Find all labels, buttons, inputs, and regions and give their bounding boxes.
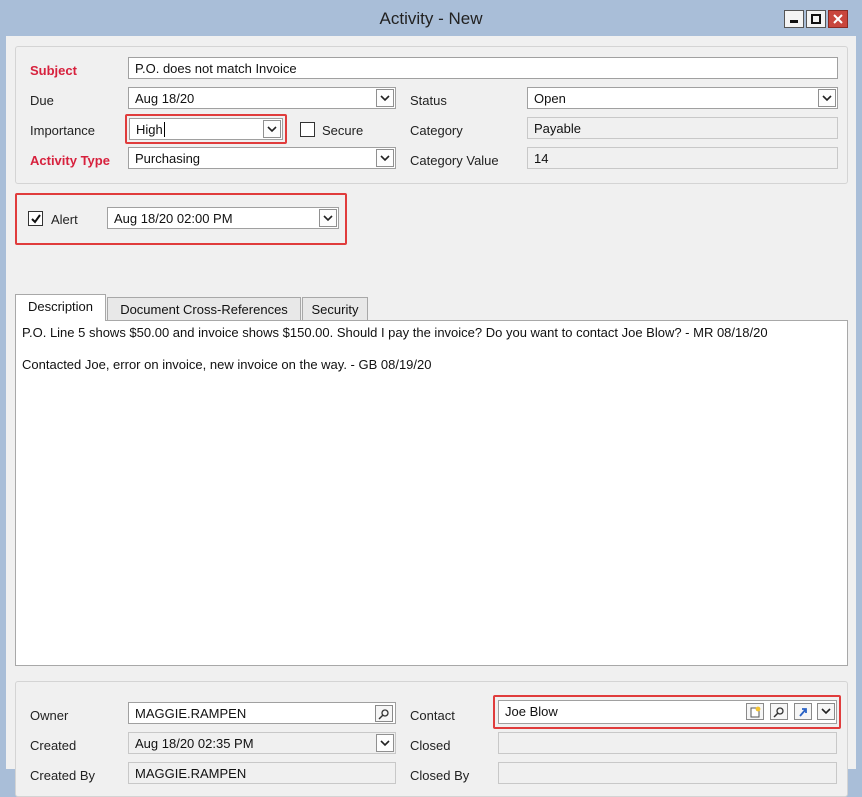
category-value-label: Category Value	[410, 153, 499, 168]
owner-value: MAGGIE.RAMPEN	[135, 706, 247, 721]
owner-label: Owner	[30, 708, 69, 723]
secure-checkbox[interactable]	[300, 122, 315, 137]
description-textarea[interactable]: P.O. Line 5 shows $50.00 and invoice sho…	[15, 320, 848, 666]
due-value: Aug 18/20	[135, 91, 195, 106]
created-label: Created	[30, 738, 77, 753]
closed-field	[498, 732, 837, 754]
chevron-down-icon	[822, 94, 832, 101]
alert-checkbox[interactable]	[28, 211, 43, 226]
due-label: Due	[30, 93, 54, 108]
description-line: P.O. Line 5 shows $50.00 and invoice sho…	[22, 325, 768, 340]
chevron-down-icon	[821, 708, 831, 715]
category-field: Payable	[527, 117, 838, 139]
chevron-down-icon	[380, 739, 390, 746]
contact-value: Joe Blow	[505, 704, 558, 719]
owner-lookup-button[interactable]	[375, 705, 393, 722]
tab-security[interactable]: Security	[302, 297, 368, 321]
created-field: Aug 18/20 02:35 PM	[128, 732, 396, 754]
contact-input[interactable]: Joe Blow	[498, 700, 837, 724]
created-by-value: MAGGIE.RAMPEN	[135, 766, 247, 781]
alert-dropdown-button[interactable]	[319, 209, 337, 227]
subject-label: Subject	[30, 63, 77, 78]
due-date-select[interactable]: Aug 18/20	[128, 87, 396, 109]
closed-by-label: Closed By	[410, 768, 470, 783]
created-by-label: Created By	[30, 768, 96, 783]
description-line: Contacted Joe, error on invoice, new inv…	[22, 357, 432, 372]
status-select[interactable]: Open	[527, 87, 838, 109]
chevron-down-icon	[380, 94, 390, 101]
window-title: Activity - New	[379, 9, 483, 28]
close-button[interactable]	[828, 10, 848, 28]
activity-type-select[interactable]: Purchasing	[128, 147, 396, 169]
minimize-icon	[790, 20, 798, 23]
closed-by-field	[498, 762, 837, 784]
title-bar[interactable]: Activity - New	[0, 0, 862, 36]
secure-label: Secure	[322, 123, 364, 138]
created-value: Aug 18/20 02:35 PM	[135, 736, 254, 751]
new-contact-button[interactable]	[746, 703, 764, 720]
tab-document-cross-references[interactable]: Document Cross-References	[107, 297, 301, 321]
maximize-icon	[811, 14, 821, 24]
maximize-button[interactable]	[806, 10, 826, 28]
activity-window: Activity - New Subject P.O. does not mat…	[0, 0, 862, 797]
closed-label: Closed	[410, 738, 451, 753]
close-icon	[833, 14, 843, 24]
importance-select[interactable]: High	[129, 118, 283, 140]
chevron-down-icon	[323, 214, 333, 221]
minimize-button[interactable]	[784, 10, 804, 28]
importance-value: High	[136, 122, 163, 137]
new-contact-icon	[750, 706, 761, 717]
status-label: Status	[410, 93, 447, 108]
checkmark-icon	[30, 213, 41, 224]
contact-dropdown-button[interactable]	[817, 703, 835, 720]
alert-label: Alert	[51, 212, 78, 227]
contact-link-button[interactable]	[794, 703, 812, 720]
activity-type-value: Purchasing	[135, 151, 201, 166]
importance-dropdown-button[interactable]	[263, 120, 281, 138]
importance-label: Importance	[30, 123, 96, 138]
link-icon	[799, 707, 807, 717]
lookup-icon	[773, 706, 784, 718]
footer-group: Owner MAGGIE.RAMPEN Contact Joe Blow Cre…	[15, 681, 848, 797]
tab-description[interactable]: Description	[15, 294, 106, 321]
created-dropdown-button[interactable]	[376, 734, 394, 752]
details-group: Subject P.O. does not match Invoice Due …	[15, 46, 848, 184]
category-value-field: 14	[527, 147, 838, 169]
chevron-down-icon	[267, 125, 277, 132]
activity-type-label: Activity Type	[30, 153, 110, 168]
window-client-area: Subject P.O. does not match Invoice Due …	[6, 36, 856, 797]
contact-lookup-button[interactable]	[770, 703, 788, 720]
category-value-text: 14	[534, 151, 549, 166]
created-by-field: MAGGIE.RAMPEN	[128, 762, 396, 784]
owner-input[interactable]: MAGGIE.RAMPEN	[128, 702, 396, 724]
subject-input[interactable]: P.O. does not match Invoice	[128, 57, 838, 79]
due-dropdown-button[interactable]	[376, 89, 394, 107]
alert-value: Aug 18/20 02:00 PM	[114, 211, 233, 226]
category-label: Category	[410, 123, 463, 138]
contact-label: Contact	[410, 708, 455, 723]
text-cursor	[163, 122, 165, 137]
activity-type-dropdown-button[interactable]	[376, 149, 394, 167]
category-value: Payable	[534, 121, 581, 136]
subject-value: P.O. does not match Invoice	[135, 61, 297, 76]
status-value: Open	[534, 91, 566, 106]
status-dropdown-button[interactable]	[818, 89, 836, 107]
chevron-down-icon	[380, 154, 390, 161]
lookup-icon	[378, 708, 389, 720]
alert-datetime-select[interactable]: Aug 18/20 02:00 PM	[107, 207, 339, 229]
